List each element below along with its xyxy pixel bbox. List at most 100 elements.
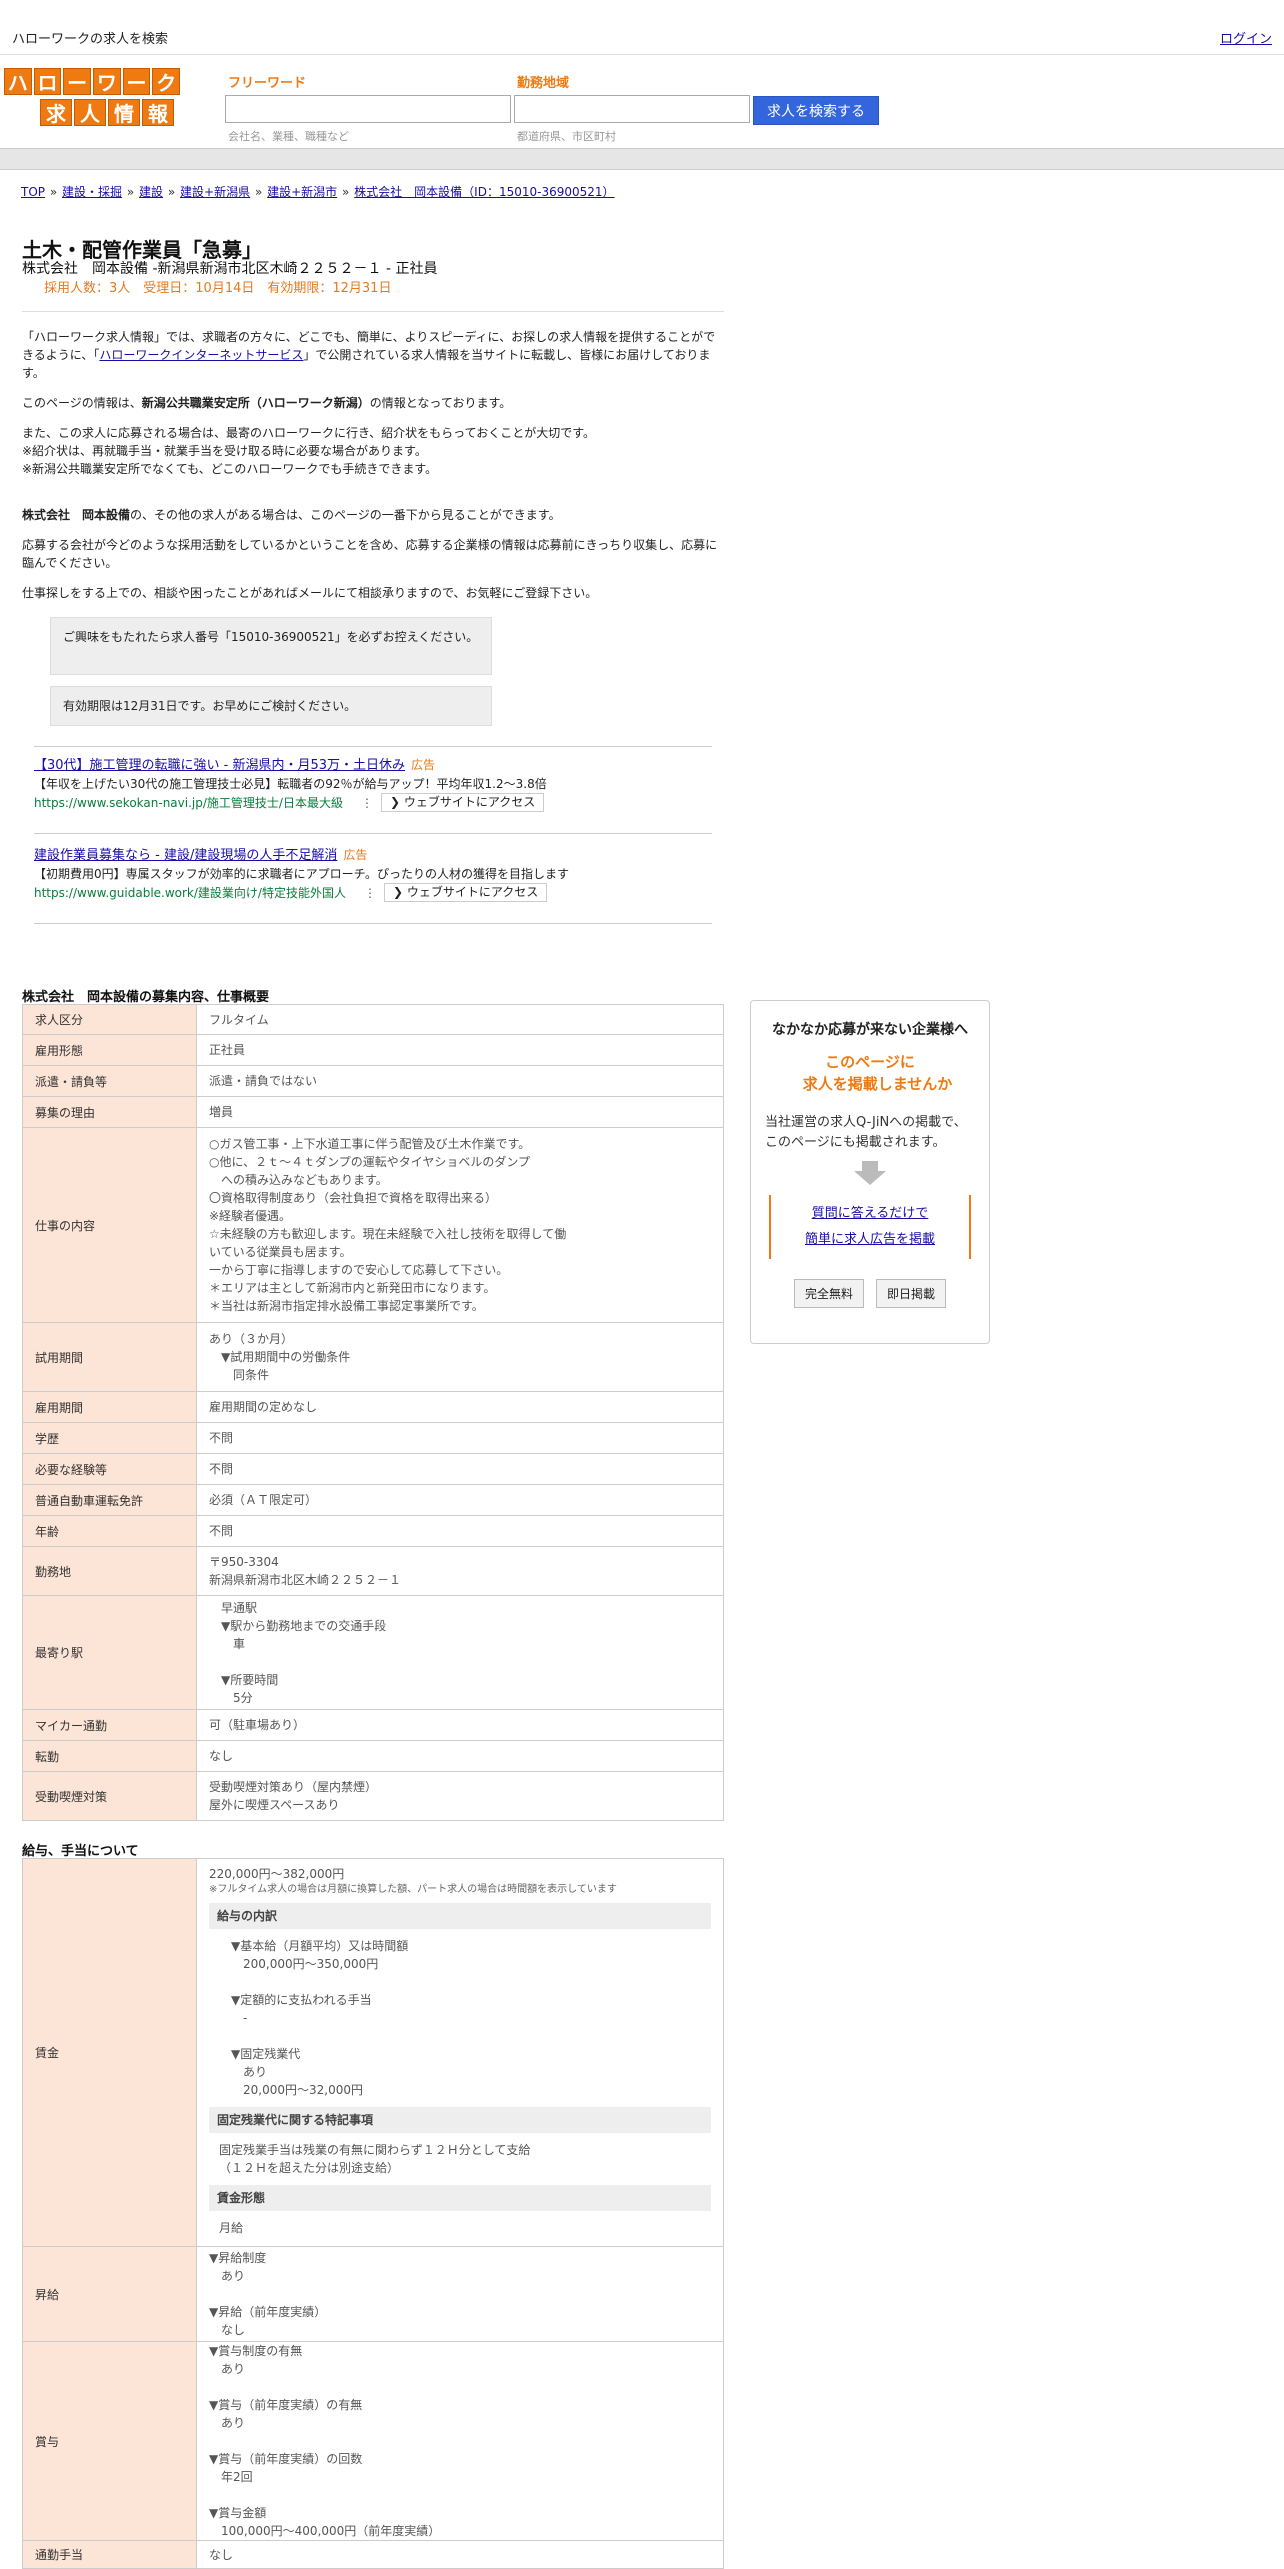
notice-deadline: 有効期限は12月31日です。お早めにご検討ください。 [50,686,492,726]
more-options-icon[interactable]: ⋮ [364,884,376,902]
table-row: マイカー通勤 可（駐車場あり） [22,1709,724,1741]
ad-item: 【30代】施工管理の転職に強い - 新潟県内・月53万・土日休み 広告 【年収を上… [34,756,714,812]
table-row: 学歴 不問 [22,1422,724,1454]
ad-title-link[interactable]: 【30代】施工管理の転職に強い - 新潟県内・月53万・土日休み [34,758,405,773]
row-value: なし [196,2540,724,2569]
ad-description: 【年収を上げたい30代の施工管理技士必見】転職者の92％が給与アップ！平均年収1… [34,777,547,791]
promo-link-questions[interactable]: 質問に答えるだけで [771,1201,969,1227]
hellowork-logo[interactable]: ハ ロ ー ワ ー ク 求 人 情 報 [4,68,181,126]
divider [22,311,724,312]
fixed-overtime-note: 固定残業手当は残業の有無に関わらず１２Ｈ分として支給 （１２Ｈを超えた分は別途支… [219,2143,531,2175]
ad-url[interactable]: https://www.guidable.work/建設業向け/特定技能外国人 [34,884,346,902]
row-label: 賃金 [22,1858,197,2247]
ad-item: 建設作業員募集なら - 建設/建設現場の人手不足解消 広告 【初期費用0円】専属ス… [34,846,714,902]
row-label: 仕事の内容 [22,1127,197,1323]
ad-url[interactable]: https://www.sekokan-navi.jp/施工管理技士/日本最大級 [34,794,343,812]
table-row: 年齢 不問 [22,1515,724,1547]
breadcrumb-separator: » [49,185,58,199]
table-row: 昇給 ▼昇給制度 あり ▼昇給（前年度実績） なし [22,2246,724,2342]
row-label: 昇給 [22,2246,197,2342]
row-value: 不問 [196,1515,724,1547]
job-overview-table: 求人区分 フルタイム 雇用形態 正社員 派遣・請負等 派遣・請負ではない 募集の理由増… [22,1004,724,1821]
breadcrumb-separator: » [167,185,176,199]
logo-char: 求 [40,99,72,126]
row-value: 派遣・請負ではない [196,1065,724,1097]
breadcrumb-category[interactable]: 建設・採掘 [62,185,122,199]
wage-breakdown: ▼基本給（月額平均）又は時間額 200,000円〜350,000円 ▼定額的に支… [231,1939,409,2097]
section-heading-overview: 株式会社 岡本設備の募集内容、仕事概要 [22,990,270,1005]
login-link[interactable]: ログイン [1220,28,1272,47]
arrow-down-icon-head [854,1171,886,1185]
table-row: 募集の理由 増員 [22,1096,724,1128]
logo-row-1: ハ ロ ー ワ ー ク [4,68,181,95]
job-overview-table-body: 求人区分 フルタイム 雇用形態 正社員 派遣・請負等 派遣・請負ではない 募集の理由増… [22,1004,724,1821]
table-row: 雇用期間 雇用期間の定めなし [22,1391,724,1423]
notice-job-number: ご興味をもたれたら求人番号「15010-36900521」を必ずお控えください。 [50,617,492,675]
logo-char: 人 [74,99,106,126]
more-options-icon[interactable]: ⋮ [361,794,373,812]
breadcrumb: TOP » 建設・採掘 » 建設 » 建設+新潟県 » 建設+新潟市 » 株式会… [20,183,616,200]
row-label: 雇用形態 [22,1034,197,1066]
row-value: 220,000円〜382,000円 ※フルタイム求人の場合は月額に換算した額、パ… [196,1858,724,2247]
visit-website-button[interactable]: ❯ ウェブサイトにアクセス [380,793,545,812]
intro-paragraph-3: また、この求人に応募される場合は、最寄のハローワークに行き、紹介状をもらっておく… [22,426,596,476]
intro-paragraph-2: このページの情報は、新潟公共職業安定所（ハローワーク新潟）の情報となっております… [22,394,718,412]
table-row: 最寄り駅 早通駅 ▼駅から勤務地までの交通手段 車 ▼所要時間 5分 [22,1595,724,1710]
ad-divider [34,833,712,834]
promo-buttons: 完全無料 即日掲載 [751,1279,989,1308]
visit-website-button[interactable]: ❯ ウェブサイトにアクセス [383,883,548,902]
area-label: 勤務地域 [517,76,570,91]
wage-form-heading: 賃金形態 [209,2185,711,2211]
row-label: 普通自動車運転免許 [22,1484,197,1516]
company-line: 株式会社 岡本設備 -新潟県新潟市北区木崎２２５２－１ - 正社員 [22,261,438,277]
recruiter-promo-box: なかなか応募が来ない企業様へ このページに 求人を掲載しませんか 当社運営の求人… [750,1000,990,1344]
intro-paragraph-6: 仕事探しをする上での、相談や困ったことがあればメールにて相談承りますので、お気軽… [22,586,598,600]
keyword-input[interactable] [225,95,511,123]
site-title: ハローワークの求人を検索 [12,32,169,47]
breadcrumb-company[interactable]: 株式会社 岡本設備（ID：15010-36900521） [354,185,614,199]
promo-link-post-ad[interactable]: 簡単に求人広告を掲載 [771,1227,969,1253]
breadcrumb-prefecture[interactable]: 建設+新潟県 [180,185,250,199]
breadcrumb-top[interactable]: TOP [21,185,45,199]
row-value: 雇用期間の定めなし [196,1391,724,1423]
keyword-label: フリーワード [228,76,307,91]
table-row: 仕事の内容 ○ガス管工事・上下水道工事に伴う配管及び土木作業です。 ○他に、２ｔ～… [22,1127,724,1323]
row-label: 転勤 [22,1740,197,1772]
intro-text-segment: このページの情報は、 [22,396,142,410]
ad-url-row: https://www.sekokan-navi.jp/施工管理技士/日本最大級… [34,793,714,812]
table-row: 勤務地 〒950-3304 新潟県新潟市北区木崎２２５２－１ [22,1546,724,1596]
free-button[interactable]: 完全無料 [793,1279,864,1308]
wage-note: ※フルタイム求人の場合は月額に換算した額、パート求人の場合は時間額を表示していま… [209,1884,617,1895]
row-value: 不問 [196,1422,724,1454]
search-button[interactable]: 求人を検索する [753,96,879,125]
area-input[interactable] [514,95,750,123]
row-value: ▼賞与制度の有無 あり ▼賞与（前年度実績）の有無 あり ▼賞与（前年度実績）の… [196,2341,724,2541]
breadcrumb-subcategory[interactable]: 建設 [139,185,163,199]
top-bar: ハローワークの求人を検索 ログイン [0,0,1284,55]
same-day-button[interactable]: 即日掲載 [876,1279,947,1308]
row-value: 増員 [196,1096,724,1128]
row-label: 最寄り駅 [22,1595,197,1710]
area-hint: 都道府県、市区町村 [517,130,616,143]
table-row: 賞与 ▼賞与制度の有無 あり ▼賞与（前年度実績）の有無 あり ▼賞与（前年度実… [22,2341,724,2541]
row-label: 試用期間 [22,1322,197,1392]
table-row: 賃金 220,000円〜382,000円 ※フルタイム求人の場合は月額に換算した… [22,1858,724,2247]
row-value: なし [196,1740,724,1772]
ad-title-row: 【30代】施工管理の転職に強い - 新潟県内・月53万・土日休み 広告 [34,756,714,775]
promo-catch: このページに 求人を掲載しませんか [802,1053,953,1093]
row-label: 勤務地 [22,1546,197,1596]
row-label: 通勤手当 [22,2540,197,2569]
row-label: 賞与 [22,2341,197,2541]
row-value: 不問 [196,1453,724,1485]
promo-links: 質問に答えるだけで 簡単に求人広告を掲載 [769,1195,971,1259]
breadcrumb-city[interactable]: 建設+新潟市 [267,185,337,199]
row-label: 雇用期間 [22,1391,197,1423]
table-row: 受動喫煙対策 受動喫煙対策あり（屋内禁煙） 屋外に喫煙スペースあり [22,1771,724,1821]
header-divider-band [0,148,1284,170]
table-row: 雇用形態 正社員 [22,1034,724,1066]
ad-divider [34,746,712,747]
hellowork-internet-service-link[interactable]: ハローワークインターネットサービス [99,348,303,362]
promo-text: 当社運営の求人Q-JiNへの掲載で、このページにも掲載されます。 [765,1115,967,1150]
row-label: 求人区分 [22,1004,197,1035]
ad-title-link[interactable]: 建設作業員募集なら - 建設/建設現場の人手不足解消 [34,848,337,863]
